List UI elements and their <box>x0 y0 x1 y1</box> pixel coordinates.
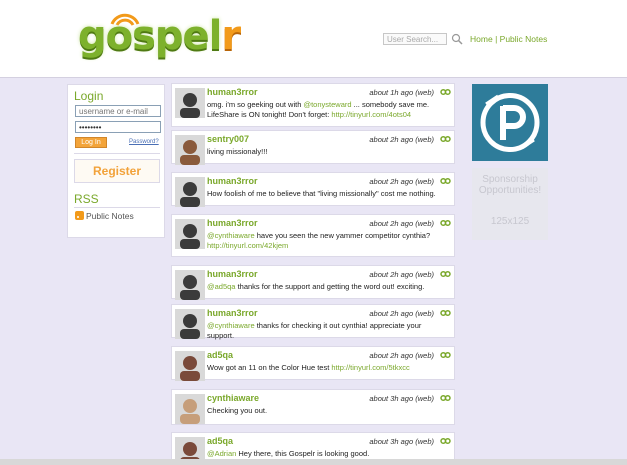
top-nav: Home | Public Notes <box>470 34 547 44</box>
note-text-segment: Wow got an 11 on the Color Hue test <box>207 363 332 372</box>
avatar[interactable] <box>175 88 205 118</box>
username-field[interactable] <box>75 105 161 117</box>
note-item: human3rror about 2h ago (web) @cynthiaware… <box>171 214 455 257</box>
mention-link[interactable]: @Adrian <box>207 449 236 458</box>
site-header: gospelr Home | Public Notes <box>0 0 627 78</box>
sidebar-divider <box>74 153 160 154</box>
rss-heading: RSS <box>74 192 99 206</box>
sponsorship-text: Sponsorship Opportunities! <box>478 174 542 196</box>
note-item: human3rror about 2h ago (web) @ad5qa thank… <box>171 265 455 300</box>
sponsor-p-logo-icon <box>480 93 540 152</box>
note-text: Checking you out. <box>207 406 448 416</box>
note-timestamp: about 2h ago (web) <box>369 219 434 228</box>
avatar[interactable] <box>175 351 205 381</box>
note-text-segment: have you seen the new yammer competitor … <box>254 231 431 240</box>
note-text: @ad5qa thanks for the support and gettin… <box>207 282 448 292</box>
note-text: @Adrian Hey there, this Gospelr is looki… <box>207 449 448 459</box>
note-username[interactable]: human3rror <box>207 176 258 186</box>
note-timestamp: about 2h ago (web) <box>369 270 434 279</box>
note-username[interactable]: cynthiaware <box>207 393 259 403</box>
note-text: @cynthiaware have you seen the new yamme… <box>207 231 448 251</box>
avatar[interactable] <box>175 309 205 339</box>
note-timestamp: about 2h ago (web) <box>369 177 434 186</box>
url-link[interactable]: http://tinyurl.com/4ots04 <box>331 110 411 119</box>
note-username[interactable]: human3rror <box>207 308 258 318</box>
note-timestamp: about 3h ago (web) <box>369 394 434 403</box>
note-timestamp: about 1h ago (web) <box>369 88 434 97</box>
avatar[interactable] <box>175 135 205 165</box>
forgot-password-link[interactable]: Password? <box>129 139 159 145</box>
window-bottom-bar <box>0 459 627 465</box>
password-field[interactable] <box>75 121 161 133</box>
rss-icon <box>75 211 84 220</box>
permalink-icon[interactable] <box>440 177 451 185</box>
note-text-segment: living missionaly!!! <box>207 147 268 156</box>
note-item: human3rror about 2h ago (web) How foolish … <box>171 172 455 207</box>
login-heading: Login <box>74 89 104 103</box>
mention-link[interactable]: @ad5qa <box>207 282 235 291</box>
note-text-segment: thanks for the support and getting the w… <box>235 282 425 291</box>
permalink-icon[interactable] <box>440 394 451 402</box>
nav-public-notes-link[interactable]: Public Notes <box>500 34 548 44</box>
register-button[interactable]: Register <box>74 159 160 183</box>
note-text: omg. i'm so geeking out with @tonystewar… <box>207 100 448 120</box>
note-timestamp: about 2h ago (web) <box>369 309 434 318</box>
mention-link[interactable]: @cynthiaware <box>207 321 255 330</box>
nav-separator: | <box>495 34 498 44</box>
note-text-segment: omg. i'm so geeking out with <box>207 100 304 109</box>
permalink-icon[interactable] <box>440 351 451 359</box>
login-sidebar: Login Log In Password? Register RSS Publ… <box>67 84 165 238</box>
note-text-segment: Hey there, this Gospelr is looking good. <box>236 449 370 458</box>
avatar[interactable] <box>175 394 205 424</box>
sponsor-logo[interactable] <box>472 84 548 161</box>
note-username[interactable]: ad5qa <box>207 350 233 360</box>
note-item: cynthiaware about 3h ago (web) Checking yo… <box>171 389 455 425</box>
user-search-input[interactable] <box>383 33 447 45</box>
rss-public-notes-link[interactable]: Public Notes <box>75 211 134 221</box>
permalink-icon[interactable] <box>440 309 451 317</box>
note-username[interactable]: sentry007 <box>207 134 249 144</box>
note-username[interactable]: human3rror <box>207 218 258 228</box>
note-username[interactable]: ad5qa <box>207 436 233 446</box>
avatar[interactable] <box>175 219 205 249</box>
permalink-icon[interactable] <box>440 219 451 227</box>
note-username[interactable]: human3rror <box>207 269 258 279</box>
url-link[interactable]: http://tinyurl.com/5tkxcc <box>331 363 409 372</box>
note-text: living missionaly!!! <box>207 147 448 157</box>
note-text-segment: How foolish of me to believe that "livin… <box>207 189 436 198</box>
sidebar-divider <box>74 207 160 208</box>
search-icon[interactable] <box>451 33 463 45</box>
url-link[interactable]: http://tinyurl.com/42kjem <box>207 241 288 250</box>
permalink-icon[interactable] <box>440 88 451 96</box>
avatar[interactable] <box>175 270 205 300</box>
note-item: ad5qa about 2h ago (web) Wow got an 11 on … <box>171 346 455 381</box>
note-timestamp: about 2h ago (web) <box>369 135 434 144</box>
note-text: @cynthiaware thanks for checking it out … <box>207 321 448 341</box>
note-item: human3rror about 2h ago (web) @cynthiaware… <box>171 304 455 341</box>
permalink-icon[interactable] <box>440 270 451 278</box>
note-text: How foolish of me to believe that "livin… <box>207 189 448 199</box>
note-username[interactable]: human3rror <box>207 87 258 97</box>
sponsorship-ad-slot[interactable]: Sponsorship Opportunities! 125x125 <box>472 168 548 240</box>
nav-home-link[interactable]: Home <box>470 34 493 44</box>
login-button[interactable]: Log In <box>75 137 107 148</box>
note-text: Wow got an 11 on the Color Hue test http… <box>207 363 448 373</box>
avatar[interactable] <box>175 177 205 207</box>
permalink-icon[interactable] <box>440 437 451 445</box>
mention-link[interactable]: @tonysteward <box>303 100 351 109</box>
note-text-segment: Checking you out. <box>207 406 268 415</box>
note-timestamp: about 2h ago (web) <box>369 351 434 360</box>
permalink-icon[interactable] <box>440 135 451 143</box>
note-item: human3rror about 1h ago (web) omg. i'm so … <box>171 83 455 127</box>
note-timestamp: about 3h ago (web) <box>369 437 434 446</box>
sponsorship-size: 125x125 <box>490 216 530 227</box>
gospelr-logo[interactable]: gospelr <box>78 8 241 68</box>
mention-link[interactable]: @cynthiaware <box>207 231 255 240</box>
logo-wordmark: gospelr <box>78 13 241 59</box>
note-item: sentry007 about 2h ago (web) living missio… <box>171 130 455 165</box>
